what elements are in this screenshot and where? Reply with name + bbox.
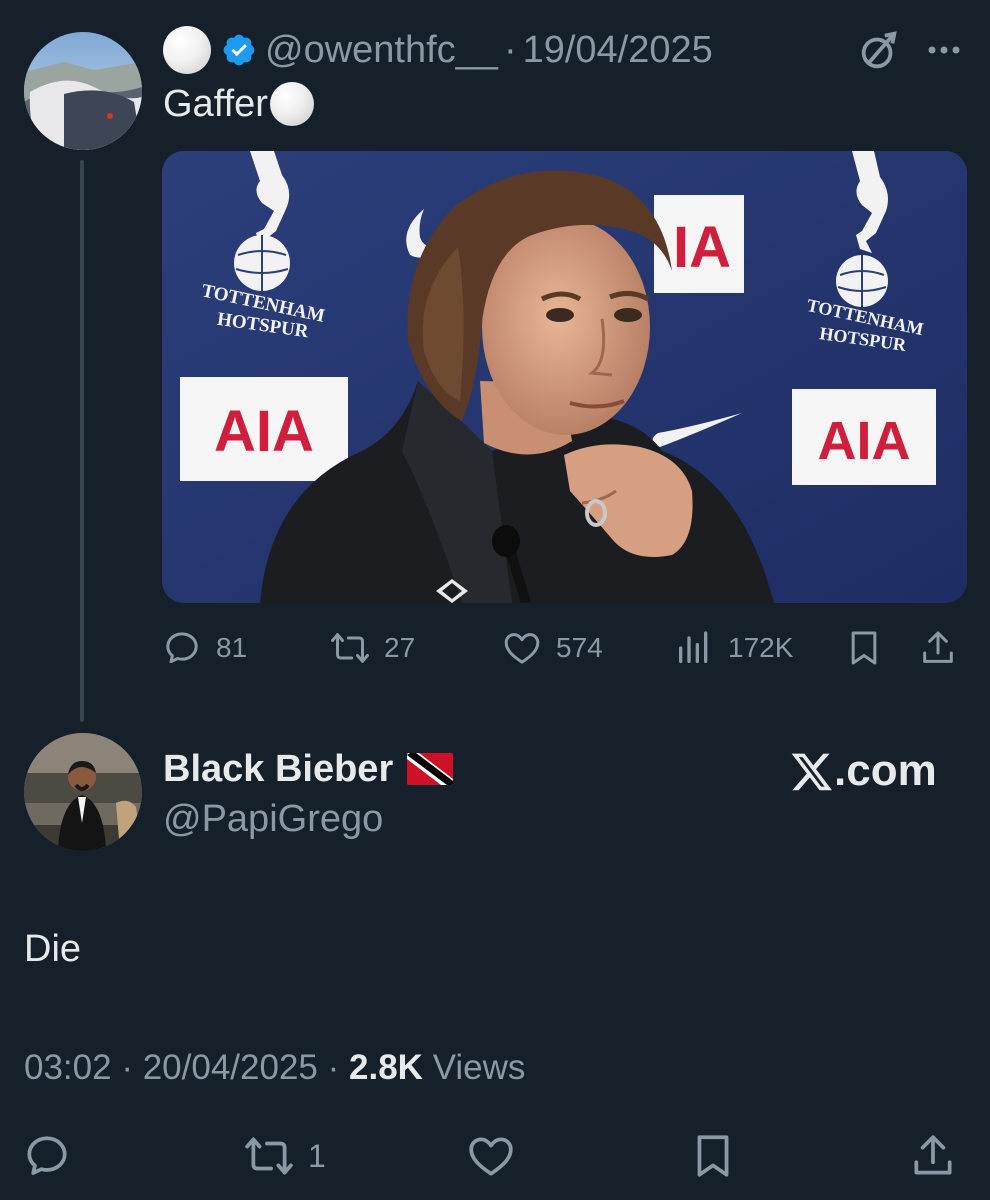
parent-tweet-header: @owenthfc__ · 19/04/2025 [163,26,713,74]
watermark-text: .com [834,746,937,795]
repost-icon [245,1137,293,1175]
sponsor-board-top: IA [654,195,744,293]
views-analytics-icon [679,631,708,663]
bookmark-icon [697,1135,729,1177]
reply-count: 81 [216,632,248,663]
meta-separator: · [327,1048,340,1087]
sponsor-board-right: AIA [792,389,936,485]
heart-icon [469,1137,513,1176]
verified-badge-icon [223,34,255,66]
tweet-media-image[interactable]: TOTTENHAM HOTSPUR IA AIA TOTTENHAM HOTSP… [162,151,967,603]
thread-line [80,160,84,722]
views-count: 172K [728,632,794,663]
like-button[interactable] [466,1128,516,1184]
x-com-watermark: .com [790,744,937,798]
reply-author-name-row[interactable]: Black Bieber [163,746,454,792]
reply-tweet-actions: 1 [0,1128,990,1184]
white-circle-emoji-icon [269,82,314,126]
heart-icon [504,633,540,664]
reply-icon [166,632,198,664]
repost-icon [331,633,369,663]
sponsor-text-right: AIA [818,411,911,471]
sponsor-text-left: AIA [214,399,314,464]
repost-button[interactable]: 1 [244,1128,326,1184]
reply-button[interactable] [22,1128,72,1184]
parent-handle[interactable]: @owenthfc__ [265,29,498,72]
share-button[interactable] [918,622,972,674]
avatar-owenthfc[interactable] [24,32,142,150]
avatar-papigrego[interactable] [24,733,142,851]
repost-button[interactable]: 27 [330,622,415,674]
parent-date[interactable]: 19/04/2025 [523,29,713,72]
views-label: Views [432,1048,526,1087]
more-options-icon[interactable] [922,32,966,68]
like-button[interactable]: 574 [502,622,603,674]
parent-tweet-text: Gaffer [163,83,268,125]
reply-button[interactable]: 81 [162,622,247,674]
reply-meta: 03:02 · 20/04/2025 · 2.8K Views [24,1046,525,1090]
share-icon [923,631,953,663]
parent-tweet-text-row: Gaffer [163,82,314,126]
sponsor-board-left: AIA [180,377,348,481]
display-name[interactable]: Black Bieber [163,748,393,791]
sponsor-text-top: IA [673,215,731,280]
bookmark-button[interactable] [844,622,898,674]
reply-time[interactable]: 03:02 [24,1048,112,1087]
reply-date[interactable]: 20/04/2025 [143,1048,318,1087]
parent-tweet-actions: 81 27 574 172K [162,622,967,674]
views-count-bold: 2.8K [349,1048,423,1087]
repost-count: 27 [384,632,416,663]
like-count: 574 [556,632,603,663]
x-logo-icon [791,753,832,791]
reply-tweet-text: Die [24,928,82,970]
bookmark-icon [851,631,877,665]
reply-icon [27,1136,67,1175]
white-circle-emoji-icon [163,26,211,74]
bookmark-button[interactable] [688,1128,738,1184]
views-button[interactable]: 172K [674,622,793,674]
share-icon [914,1135,952,1175]
repost-count: 1 [308,1137,326,1174]
share-button[interactable] [908,1128,958,1184]
grok-icon[interactable] [856,28,902,74]
reply-handle[interactable]: @PapiGrego [163,796,383,842]
header-separator: · [503,28,517,71]
meta-separator: · [121,1048,133,1087]
trinidad-and-tobago-flag-icon [407,753,454,785]
